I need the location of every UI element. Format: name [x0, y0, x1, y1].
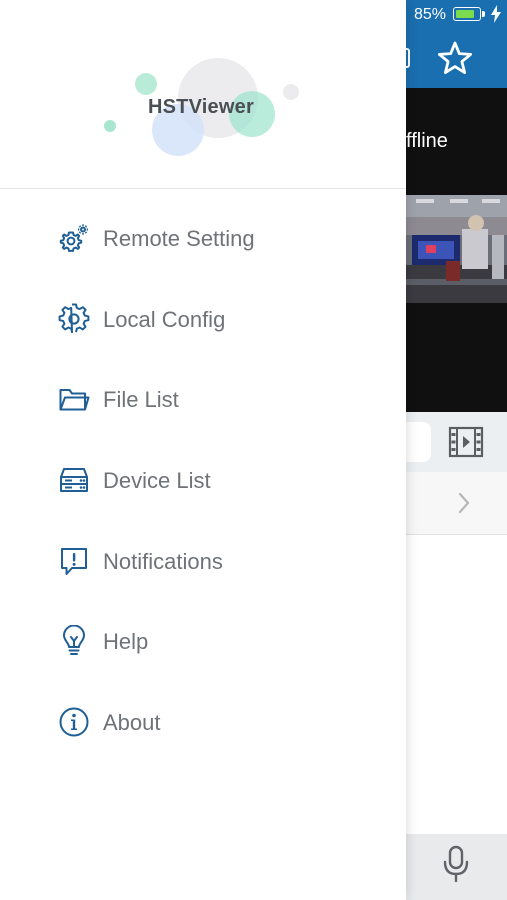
side-drawer: HSTViewer Remote Setting Local Config Fi…: [0, 0, 406, 900]
menu-item-label: Help: [103, 629, 149, 655]
battery-level: [456, 10, 474, 18]
menu-item-notifications[interactable]: Notifications: [0, 521, 406, 602]
battery-percentage: 85%: [414, 6, 447, 23]
menu-item-label: About: [103, 710, 161, 736]
battery-icon: [453, 7, 481, 21]
gear-icon: [58, 303, 90, 333]
menu-item-label: Notifications: [103, 548, 223, 574]
info-icon: [59, 707, 89, 737]
drawer-menu: Remote Setting Local Config File List De…: [0, 198, 406, 763]
film-icon[interactable]: [448, 424, 484, 460]
folder-icon: [59, 389, 90, 411]
menu-item-label: Device List: [103, 468, 211, 494]
charging-icon: [491, 5, 501, 23]
device-icon: [60, 468, 88, 493]
menu-item-label: File List: [103, 387, 179, 413]
notification-icon: [61, 547, 87, 575]
battery-tip: [482, 11, 485, 17]
chevron-right-icon: [458, 492, 470, 514]
menu-item-device-list[interactable]: Device List: [0, 440, 406, 521]
menu-item-about[interactable]: About: [0, 682, 406, 763]
app-name: HSTViewer: [148, 96, 254, 118]
toolbar-field[interactable]: [406, 422, 431, 462]
offline-status: ffline: [406, 130, 448, 152]
menu-item-help[interactable]: Help: [0, 601, 406, 682]
drawer-header: HSTViewer: [0, 0, 406, 189]
lightbulb-icon: [63, 625, 85, 656]
microphone-icon[interactable]: [440, 844, 472, 884]
menu-item-remote-setting[interactable]: Remote Setting: [0, 198, 406, 279]
remote-setting-icon: [59, 224, 88, 252]
star-icon[interactable]: [434, 38, 476, 80]
menu-item-file-list[interactable]: File List: [0, 359, 406, 440]
menu-item-label: Local Config: [103, 306, 226, 332]
camera-thumbnail[interactable]: [406, 195, 507, 303]
menu-item-local-config[interactable]: Local Config: [0, 279, 406, 360]
menu-item-label: Remote Setting: [103, 226, 255, 251]
